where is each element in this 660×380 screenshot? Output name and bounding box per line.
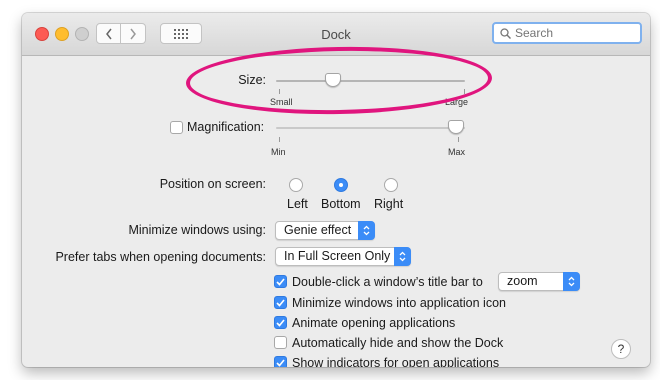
minimize-effect-value: Genie effect bbox=[284, 223, 352, 237]
double-click-checkbox[interactable] bbox=[274, 275, 287, 288]
animate-label: Animate opening applications bbox=[292, 316, 456, 330]
autohide-checkbox[interactable] bbox=[274, 336, 287, 349]
minimize-into-icon-label: Minimize windows into application icon bbox=[292, 296, 506, 310]
position-option-bottom: Bottom bbox=[321, 197, 361, 211]
autohide-label: Automatically hide and show the Dock bbox=[292, 336, 504, 350]
prefer-tabs-popup[interactable]: In Full Screen Only bbox=[275, 247, 411, 266]
help-button[interactable]: ? bbox=[611, 339, 631, 359]
minimize-into-icon-checkbox[interactable] bbox=[274, 296, 287, 309]
position-radio-left[interactable] bbox=[289, 178, 303, 192]
minimize-effect-popup[interactable]: Genie effect bbox=[275, 221, 375, 240]
magnification-slider-track[interactable] bbox=[276, 127, 465, 129]
updown-arrows-icon bbox=[563, 272, 580, 291]
position-radio-right[interactable] bbox=[384, 178, 398, 192]
magnification-label: Magnification: bbox=[187, 120, 265, 134]
double-click-action-popup[interactable]: zoom bbox=[498, 272, 580, 291]
prefer-tabs-value: In Full Screen Only bbox=[284, 249, 391, 263]
double-click-action-value: zoom bbox=[507, 274, 538, 288]
position-option-right: Right bbox=[374, 197, 404, 211]
search-field[interactable] bbox=[492, 22, 642, 44]
double-click-label: Double-click a window’s title bar to bbox=[292, 275, 483, 289]
checkmark-icon bbox=[276, 358, 285, 367]
updown-arrows-icon bbox=[394, 247, 411, 266]
magnification-checkbox[interactable] bbox=[170, 121, 183, 134]
animate-checkbox[interactable] bbox=[274, 316, 287, 329]
minimize-effect-label: Minimize windows using: bbox=[128, 223, 266, 237]
magnification-tick-max bbox=[458, 137, 459, 142]
magnification-tick-min bbox=[279, 137, 280, 142]
position-option-left: Left bbox=[287, 197, 308, 211]
checkmark-icon bbox=[276, 277, 285, 286]
prefer-tabs-label: Prefer tabs when opening documents: bbox=[55, 250, 266, 264]
magnification-slider-thumb[interactable] bbox=[448, 120, 465, 134]
search-icon bbox=[500, 27, 511, 39]
magnification-max-label: Max bbox=[448, 147, 466, 157]
search-input[interactable] bbox=[511, 26, 635, 40]
position-label: Position on screen: bbox=[159, 177, 266, 191]
checkmark-icon bbox=[276, 298, 285, 307]
indicators-checkbox[interactable] bbox=[274, 356, 287, 367]
indicators-label: Show indicators for open applications bbox=[292, 356, 500, 367]
position-radio-bottom[interactable] bbox=[334, 178, 348, 192]
checkmark-icon bbox=[276, 318, 285, 327]
updown-arrows-icon bbox=[358, 221, 375, 240]
magnification-min-label: Min bbox=[271, 147, 286, 157]
